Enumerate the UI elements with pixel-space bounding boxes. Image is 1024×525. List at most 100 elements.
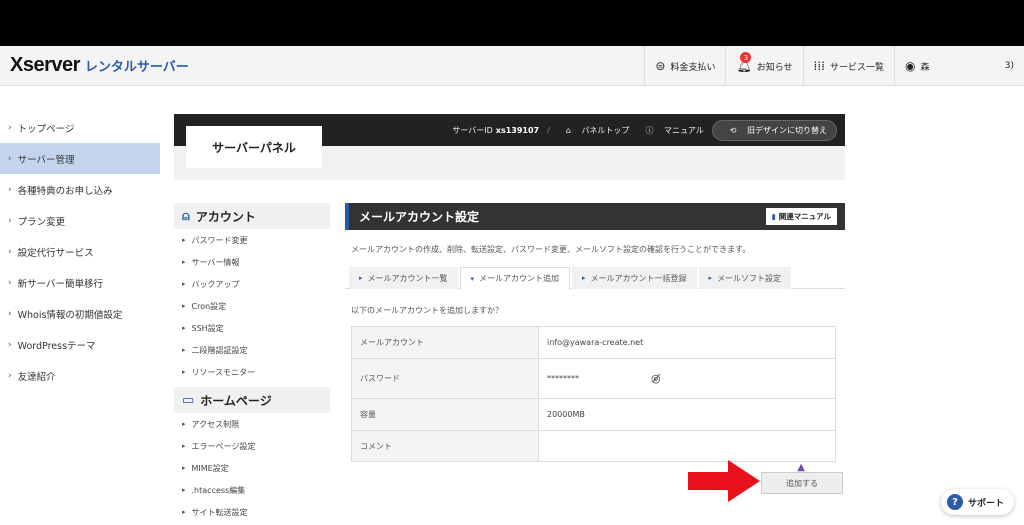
- sidebar-item-plan-change[interactable]: › プラン変更: [0, 205, 160, 236]
- menu-label: MIME設定: [191, 463, 229, 473]
- old-design-button[interactable]: ⟲ 旧デザインに切り替え: [711, 119, 837, 141]
- row-label: パスワード: [352, 359, 539, 398]
- menu-label: バックアップ: [191, 279, 240, 289]
- menu-site-redirect[interactable]: ▸ サイト転送設定: [174, 501, 330, 523]
- menu-label: リソースモニター: [191, 367, 256, 377]
- sidebar-item-label: 友達紹介: [17, 371, 56, 383]
- nav-user[interactable]: ◉ 森 3): [894, 46, 1024, 86]
- table-row: 容量 20000MB: [352, 399, 835, 431]
- panel-top-link[interactable]: ⌂ パネルトップ: [558, 125, 630, 136]
- nav-payment[interactable]: ⊜ 料金支払い: [644, 46, 725, 86]
- sidebar-item-label: プラン変更: [17, 216, 66, 228]
- chevron-right-icon: ›: [8, 153, 12, 164]
- chevron-right-icon: ›: [8, 339, 12, 350]
- logo-main: Xserver: [10, 54, 80, 76]
- menu-cron[interactable]: ▸ Cron設定: [174, 295, 330, 317]
- page: Xserver レンタルサーバー ⊜ 料金支払い 🔔︎ 3 お知らせ ⁞⁞⁞ サ…: [0, 46, 1024, 525]
- help-icon: ⓘ: [645, 125, 656, 135]
- menu-label: サーバー情報: [191, 257, 240, 267]
- sidebar-item-referral[interactable]: › 友達紹介: [0, 360, 160, 391]
- sidebar-item-wordpress-theme[interactable]: › WordPressテーマ: [0, 329, 160, 360]
- menu-2fa[interactable]: ▸ 二段階認証設定: [174, 339, 330, 361]
- manual-label: マニュアル: [663, 125, 704, 135]
- chevron-right-icon: ▸: [182, 280, 186, 288]
- row-label: コメント: [352, 431, 539, 461]
- menu-backup[interactable]: ▸ バックアップ: [174, 273, 330, 295]
- sidebar-item-label: WordPressテーマ: [17, 340, 96, 352]
- password-masked: ********: [547, 374, 579, 383]
- chevron-right-icon: ›: [8, 246, 12, 257]
- support-label: サポート: [967, 498, 1004, 509]
- logo[interactable]: Xserver レンタルサーバー: [10, 54, 189, 77]
- chevron-right-icon: ›: [8, 122, 12, 133]
- menu-label: サイト転送設定: [191, 507, 248, 517]
- add-button[interactable]: 追加する: [761, 472, 843, 494]
- account-section-header: ⍝ アカウント: [174, 203, 330, 229]
- menu-access-restriction[interactable]: ▸ アクセス制限: [174, 413, 330, 435]
- tab-bulk-register[interactable]: ▸ メールアカウント一括登録: [572, 267, 697, 289]
- book-icon: ▮: [771, 212, 776, 221]
- menu-server-info[interactable]: ▸ サーバー情報: [174, 251, 330, 273]
- related-manual-button[interactable]: ▮ 関連マニュアル: [765, 208, 837, 225]
- tab-mail-software[interactable]: ▸ メールソフト設定: [698, 267, 792, 289]
- chevron-right-icon: ▸: [182, 420, 186, 428]
- top-bar: Xserver レンタルサーバー ⊜ 料金支払い 🔔︎ 3 お知らせ ⁞⁞⁞ サ…: [0, 46, 1024, 86]
- menu-password-change[interactable]: ▸ パスワード変更: [174, 229, 330, 251]
- menu-error-page[interactable]: ▸ エラーページ設定: [174, 435, 330, 457]
- menu-label: Cron設定: [191, 301, 227, 311]
- tab-account-list[interactable]: ▸ メールアカウント一覧: [349, 267, 458, 289]
- chevron-right-icon: ▸: [182, 464, 186, 472]
- server-panel-header: サーバーID xs139107 / ⌂ パネルトップ ⓘ マニュアル ⟲ 旧デザ…: [174, 114, 845, 180]
- sidebar-item-label: サーバー管理: [17, 154, 75, 166]
- row-label: メールアカウント: [352, 327, 539, 358]
- nav-services-label: サービス一覧: [829, 62, 884, 73]
- panel-title: サーバーパネル: [186, 126, 322, 168]
- home-icon: ⌂: [565, 125, 574, 135]
- support-button[interactable]: ? サポート: [940, 489, 1014, 515]
- chevron-right-icon: ›: [8, 184, 12, 195]
- table-row: パスワード ******** ◎̸: [352, 359, 835, 399]
- menu-resource-monitor[interactable]: ▸ リソースモニター: [174, 361, 330, 383]
- password-value: ******** ◎̸: [539, 359, 835, 398]
- submit-area: 追加する ▲: [345, 460, 845, 502]
- nav-services[interactable]: ⁞⁞⁞ サービス一覧: [802, 46, 894, 86]
- sidebar-item-whois[interactable]: › Whois情報の初期値設定: [0, 298, 160, 329]
- sidebar-item-label: 設定代行サービス: [17, 247, 94, 259]
- tab-account-add[interactable]: ▾ メールアカウント追加: [459, 267, 571, 290]
- eye-slash-icon[interactable]: ◎̸: [651, 372, 661, 385]
- related-manual-label: 関連マニュアル: [778, 212, 831, 221]
- table-row: メールアカウント info@yawara-create.net: [352, 327, 835, 359]
- grid-icon: ⁞⁞⁞: [813, 59, 825, 73]
- sidebar-item-benefits[interactable]: › 各種特典のお申し込み: [0, 174, 160, 205]
- chevron-right-icon: ▸: [182, 324, 186, 332]
- sidebar-item-setup-service[interactable]: › 設定代行サービス: [0, 236, 160, 267]
- confirm-table: メールアカウント info@yawara-create.net パスワード **…: [351, 326, 836, 462]
- menu-mime[interactable]: ▸ MIME設定: [174, 457, 330, 479]
- server-id-label: サーバーID: [452, 125, 493, 135]
- sidebar-item-top[interactable]: › トップページ: [0, 112, 160, 143]
- homepage-section-label: ホームページ: [200, 393, 272, 408]
- logo-sub: レンタルサーバー: [84, 60, 189, 75]
- section-title: メールアカウント設定 ▮ 関連マニュアル: [345, 203, 845, 230]
- chevron-right-icon: ▸: [182, 368, 186, 376]
- sidebar-item-server-management[interactable]: › サーバー管理: [0, 143, 160, 174]
- window-icon: ▭: [182, 392, 195, 408]
- menu-label: パスワード変更: [191, 235, 248, 245]
- section-description: メールアカウントの作成、削除、転送設定、パスワード変更、メールソフト設定の確認を…: [351, 245, 751, 254]
- manual-link[interactable]: ⓘ マニュアル: [637, 125, 703, 136]
- account-icon: ⍝: [182, 208, 190, 224]
- sidebar: › トップページ › サーバー管理 › 各種特典のお申し込み › プラン変更 › 設定代行…: [0, 112, 160, 391]
- comment-value: [539, 431, 835, 461]
- chevron-right-icon: ›: [8, 215, 12, 226]
- sidebar-item-migration[interactable]: › 新サーバー簡単移行: [0, 267, 160, 298]
- menu-label: .htaccess編集: [191, 485, 246, 495]
- top-nav: ⊜ 料金支払い 🔔︎ 3 お知らせ ⁞⁞⁞ サービス一覧 ◉ 森 3): [644, 46, 1024, 86]
- table-row: コメント: [352, 431, 835, 461]
- old-design-label: 旧デザインに切り替え: [747, 125, 827, 135]
- separator: /: [547, 125, 550, 135]
- menu-ssh[interactable]: ▸ SSH設定: [174, 317, 330, 339]
- chevron-right-icon: ▸: [182, 442, 186, 450]
- menu-label: アクセス制限: [191, 419, 240, 429]
- nav-notifications[interactable]: 🔔︎ 3 お知らせ: [725, 46, 802, 86]
- menu-htaccess[interactable]: ▸ .htaccess編集: [174, 479, 330, 501]
